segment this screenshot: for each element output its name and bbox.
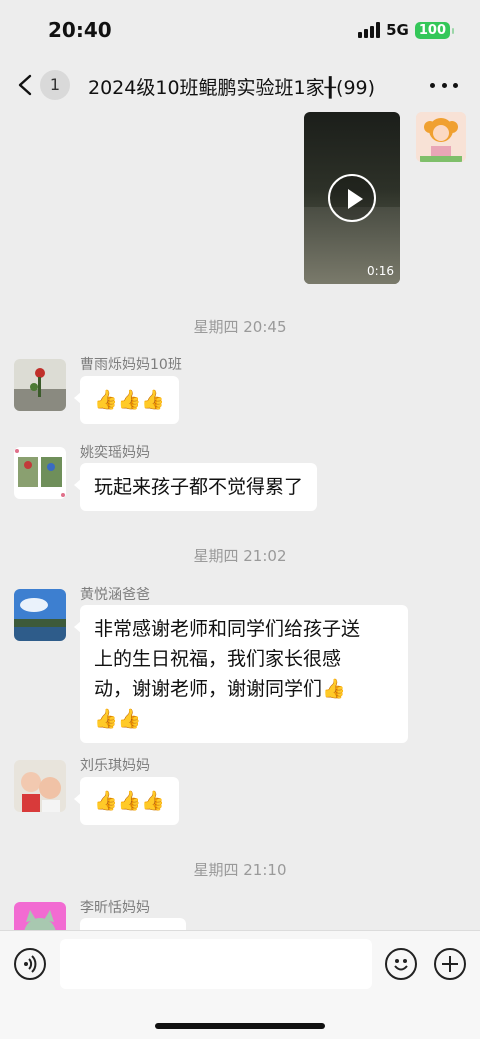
message-line: 上的生日祝福，我们家长很感 (94, 648, 342, 670)
emoji-button[interactable] (385, 948, 417, 980)
message-bubble[interactable] (80, 918, 186, 930)
avatar[interactable] (14, 359, 66, 411)
landscape-avatar-icon (14, 589, 66, 641)
time-divider: 星期四 21:10 (193, 861, 287, 879)
cat-avatar-icon (14, 902, 66, 930)
time-divider: 星期四 20:45 (193, 318, 287, 336)
message-bubble[interactable]: 非常感谢老师和同学们给孩子送 上的生日祝福，我们家长很感 动，谢谢老师，谢谢同学… (74, 605, 408, 743)
more-icon[interactable] (430, 74, 458, 96)
sender-name: 姚奕瑶妈妈 (80, 445, 150, 461)
home-indicator (155, 1023, 325, 1029)
baby-avatar-icon (14, 760, 66, 812)
message-line: 非常感谢老师和同学们给孩子送 (94, 618, 361, 640)
video-duration: 0:16 (367, 264, 394, 278)
battery-icon: 100 (414, 21, 455, 39)
sender-name: 刘乐琪妈妈 (80, 758, 150, 774)
photo-avatar-icon (14, 447, 66, 499)
avatar[interactable] (14, 447, 66, 499)
avatar[interactable] (14, 760, 66, 812)
sender-name: 黄悦涵爸爸 (80, 587, 150, 603)
time-divider: 星期四 21:02 (193, 547, 287, 565)
status-bar: 20:40 5G 100 (0, 0, 480, 62)
plus-icon (442, 956, 458, 972)
cartoon-girl-avatar-icon (416, 112, 466, 162)
avatar[interactable] (14, 589, 66, 641)
voice-icon (24, 955, 37, 973)
avatar[interactable] (416, 112, 466, 162)
back-arrow-icon[interactable] (16, 74, 36, 96)
signal-icon (358, 22, 381, 38)
message-bubble[interactable]: 玩起来孩子都不觉得累了 (73, 463, 318, 511)
message-line: 动，谢谢老师，谢谢同学们👍 (94, 678, 346, 700)
message-bubble[interactable]: 👍👍👍 (74, 376, 179, 424)
message-bubble[interactable]: 👍👍👍 (74, 777, 179, 825)
flower-avatar-icon (14, 359, 66, 411)
chat-area[interactable]: 0:16 星期四 20:45 曹雨烁妈妈10班 👍👍👍 姚奕瑶妈妈 玩起来孩子都… (0, 110, 480, 930)
avatar[interactable] (14, 902, 66, 930)
input-bar (0, 930, 480, 1039)
voice-input-button[interactable] (14, 948, 46, 980)
video-message[interactable]: 0:16 (304, 112, 400, 284)
status-indicators: 5G 100 (358, 21, 455, 39)
message-input[interactable] (60, 939, 372, 989)
add-button[interactable] (434, 948, 466, 980)
play-icon[interactable] (328, 174, 376, 222)
sender-name: 李昕恬妈妈 (80, 900, 150, 916)
status-time: 20:40 (48, 18, 112, 42)
smiley-icon (394, 959, 408, 971)
nav-bar: 1 2024级10班鲲鹏实验班1家╂(99) (0, 62, 480, 110)
network-type: 5G (386, 21, 409, 39)
unread-count-badge[interactable]: 1 (40, 70, 70, 100)
sender-name: 曹雨烁妈妈10班 (80, 357, 182, 373)
chat-title: 2024级10班鲲鹏实验班1家╂(99) (88, 77, 376, 99)
message-line: 👍👍 (94, 708, 142, 730)
